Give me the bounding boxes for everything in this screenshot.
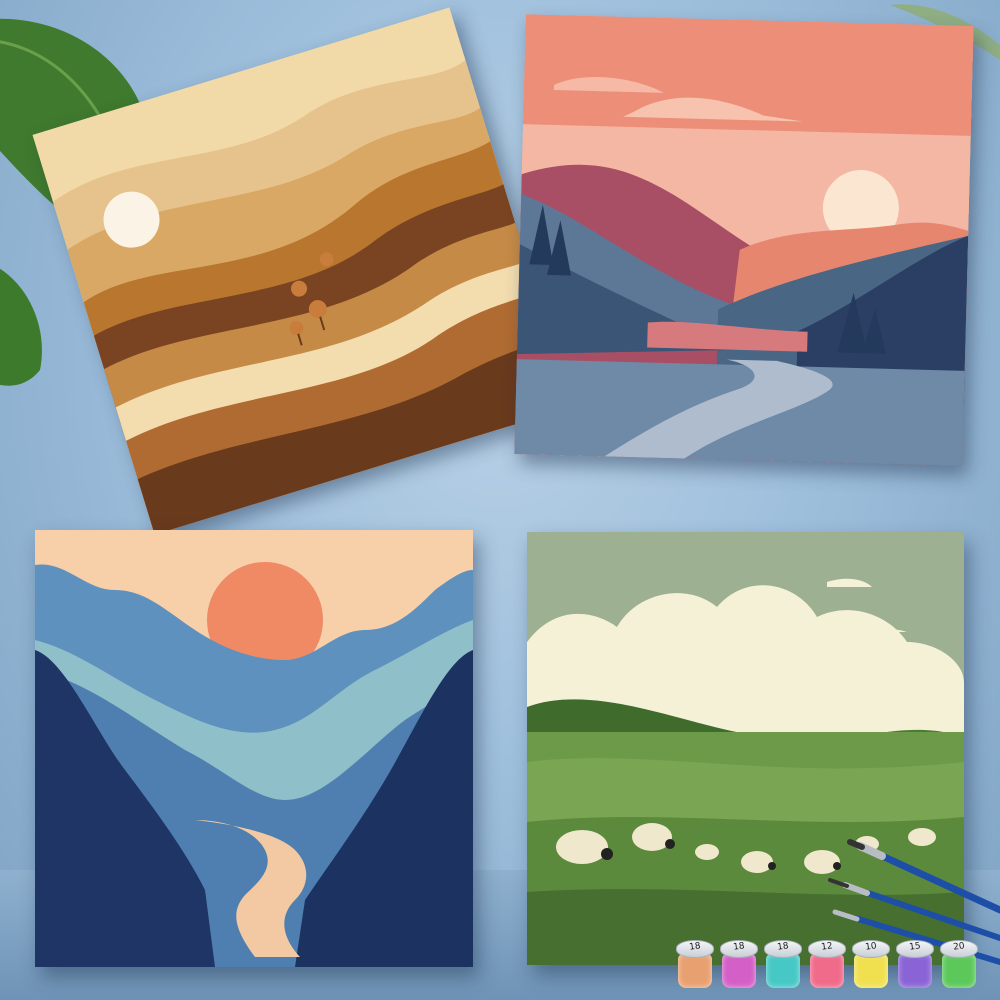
paint-pot: 18 (676, 940, 714, 990)
paint-pot: 10 (852, 940, 890, 990)
paint-jar (766, 954, 800, 988)
paint-jar (854, 954, 888, 988)
paint-jar (722, 954, 756, 988)
product-scene: 18 18 18 12 10 15 20 (0, 0, 1000, 1000)
paint-jar (810, 954, 844, 988)
paint-jar (942, 954, 976, 988)
paint-pot-row: 18 18 18 12 10 15 20 (676, 940, 978, 992)
paint-pot: 15 (896, 940, 934, 990)
paint-jar (898, 954, 932, 988)
paint-pot: 12 (808, 940, 846, 990)
paint-pot: 20 (940, 940, 978, 990)
paint-pot: 18 (764, 940, 802, 990)
paint-jar (678, 954, 712, 988)
blue-mountain-valley-painting (35, 530, 473, 967)
sunset-river-valley-painting (514, 14, 974, 466)
paint-pot: 18 (720, 940, 758, 990)
